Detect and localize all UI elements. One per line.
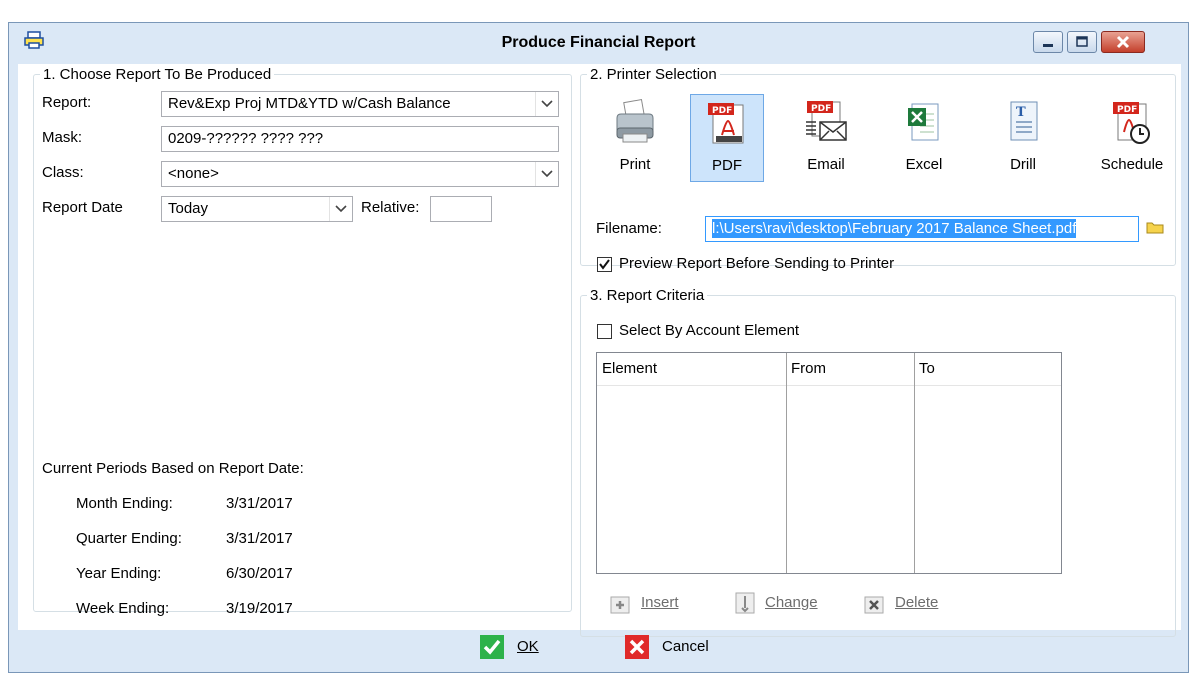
printer-selection-legend: 2. Printer Selection — [587, 66, 720, 83]
email-tool-button[interactable]: PDF Email — [789, 94, 863, 182]
select-by-element-checkbox[interactable] — [597, 324, 612, 339]
print-label: Print — [619, 156, 651, 173]
svg-text:PDF: PDF — [1117, 105, 1137, 115]
column-header-element[interactable]: Element — [597, 353, 786, 385]
mask-value: 0209-?????? ???? ??? — [168, 130, 324, 147]
class-label: Class: — [42, 164, 84, 181]
pdf-label: PDF — [712, 157, 742, 174]
quarter-ending-value: 3/31/2017 — [226, 530, 293, 547]
report-criteria-legend: 3. Report Criteria — [587, 287, 708, 304]
svg-text:PDF: PDF — [811, 104, 831, 114]
maximize-button[interactable] — [1067, 31, 1097, 53]
ok-button[interactable]: OK — [479, 634, 549, 664]
chevron-down-icon[interactable] — [535, 92, 558, 116]
year-ending-value: 6/30/2017 — [226, 565, 293, 582]
maximize-icon — [1076, 36, 1088, 47]
filename-value: l:\Users\ravi\desktop\February 2017 Bala… — [712, 219, 1077, 238]
insert-plus-icon — [610, 596, 630, 614]
pdf-icon: PDF — [708, 103, 744, 144]
delete-x-icon — [864, 596, 884, 614]
insert-button[interactable]: Insert — [609, 589, 709, 619]
printer-icon — [616, 98, 654, 143]
svg-text:PDF: PDF — [712, 106, 732, 116]
cancel-button[interactable]: Cancel — [624, 634, 724, 664]
report-value: Rev&Exp Proj MTD&YTD w/Cash Balance — [168, 95, 451, 112]
delete-label: Delete — [895, 594, 939, 611]
pdf-tool-button[interactable]: PDF PDF — [690, 94, 764, 182]
week-ending-label: Week Ending: — [76, 600, 170, 617]
svg-text:T: T — [1016, 105, 1026, 120]
schedule-icon: PDF — [1113, 102, 1150, 144]
excel-icon — [908, 103, 939, 141]
column-header-to[interactable]: To — [914, 353, 1061, 385]
report-date-value: Today — [168, 200, 209, 217]
window-title: Produce Financial Report — [501, 34, 696, 51]
column-header-from[interactable]: From — [786, 353, 914, 385]
drill-document-icon: T — [1010, 101, 1038, 141]
dialog-content: 1. Choose Report To Be Produced Report: … — [18, 64, 1181, 637]
change-label: Change — [765, 594, 818, 611]
cancel-x-icon — [625, 635, 649, 659]
email-label: Email — [807, 156, 845, 173]
preview-label[interactable]: Preview Report Before Sending to Printer — [619, 255, 894, 272]
cancel-label: Cancel — [662, 638, 709, 655]
class-dropdown[interactable]: <none> — [161, 161, 559, 187]
drill-tool-button[interactable]: T Drill — [986, 94, 1060, 182]
mask-input[interactable]: 0209-?????? ???? ??? — [161, 126, 559, 152]
print-tool-button[interactable]: Print — [598, 94, 672, 182]
class-value: <none> — [168, 165, 219, 182]
minimize-button[interactable] — [1033, 31, 1063, 53]
change-button[interactable]: Change — [733, 589, 843, 619]
folder-icon[interactable] — [1146, 220, 1164, 238]
chevron-down-icon[interactable] — [329, 197, 352, 221]
column-divider — [786, 353, 787, 573]
title-bar[interactable]: Produce Financial Report — [9, 23, 1188, 65]
report-label: Report: — [42, 94, 92, 111]
delete-button[interactable]: Delete — [863, 589, 963, 619]
year-ending-label: Year Ending: — [76, 565, 162, 582]
week-ending-value: 3/19/2017 — [226, 600, 293, 617]
change-icon — [735, 592, 755, 614]
close-icon — [1116, 35, 1130, 49]
mask-label: Mask: — [42, 129, 83, 146]
month-ending-value: 3/31/2017 — [226, 495, 293, 512]
select-by-element-label[interactable]: Select By Account Element — [619, 322, 799, 339]
chevron-down-icon[interactable] — [535, 162, 558, 186]
dialog-window: Produce Financial Report 1. Choose Repor… — [8, 22, 1189, 673]
preview-checkbox[interactable] — [597, 257, 612, 272]
periods-heading: Current Periods Based on Report Date: — [42, 460, 304, 477]
report-date-dropdown[interactable]: Today — [161, 196, 353, 222]
close-button[interactable] — [1101, 31, 1145, 53]
header-divider — [597, 385, 1061, 386]
filename-label: Filename: — [596, 220, 662, 237]
quarter-ending-label: Quarter Ending: — [76, 530, 182, 547]
relative-input[interactable] — [430, 196, 492, 222]
schedule-label: Schedule — [1100, 156, 1164, 173]
relative-label: Relative: — [361, 199, 420, 216]
checkmark-icon — [599, 259, 610, 270]
ok-label: OK — [517, 638, 539, 655]
criteria-table[interactable]: Element From To — [596, 352, 1062, 574]
schedule-tool-button[interactable]: PDF Schedule — [1095, 94, 1169, 182]
insert-label: Insert — [641, 594, 679, 611]
filename-input[interactable]: l:\Users\ravi\desktop\February 2017 Bala… — [705, 216, 1139, 242]
check-icon — [480, 635, 504, 659]
month-ending-label: Month Ending: — [76, 495, 173, 512]
report-date-label: Report Date — [42, 199, 123, 216]
excel-label: Excel — [905, 156, 943, 173]
column-divider — [914, 353, 915, 573]
email-icon: PDF — [806, 101, 847, 141]
excel-tool-button[interactable]: Excel — [887, 94, 961, 182]
choose-report-legend: 1. Choose Report To Be Produced — [40, 66, 275, 83]
minimize-icon — [1043, 44, 1053, 47]
drill-label: Drill — [1010, 156, 1036, 173]
report-dropdown[interactable]: Rev&Exp Proj MTD&YTD w/Cash Balance — [161, 91, 559, 117]
